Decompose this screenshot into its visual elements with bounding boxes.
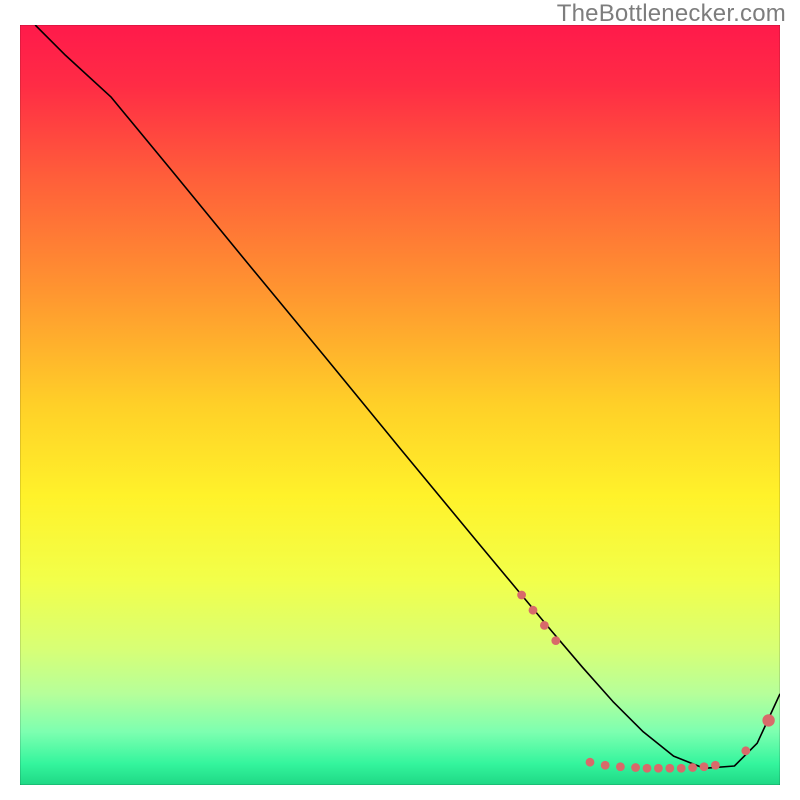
marker-point	[741, 746, 750, 755]
marker-point	[631, 763, 640, 772]
marker-point	[711, 761, 720, 770]
marker-point	[665, 764, 674, 773]
marker-point	[688, 763, 697, 772]
marker-point	[551, 636, 560, 645]
marker-point	[529, 606, 538, 615]
marker-point	[616, 762, 625, 771]
marker-point	[643, 764, 652, 773]
marker-point	[654, 764, 663, 773]
chart-plot	[20, 25, 780, 785]
marker-point	[540, 621, 549, 630]
marker-point	[700, 762, 709, 771]
marker-point	[586, 758, 595, 767]
watermark-text: TheBottlenecker.com	[557, 0, 786, 28]
marker-point	[677, 764, 686, 773]
gradient-rect	[20, 25, 780, 785]
chart-stage: TheBottlenecker.com	[0, 0, 800, 800]
marker-point	[762, 714, 774, 726]
marker-point	[517, 591, 526, 600]
marker-point	[601, 761, 610, 770]
